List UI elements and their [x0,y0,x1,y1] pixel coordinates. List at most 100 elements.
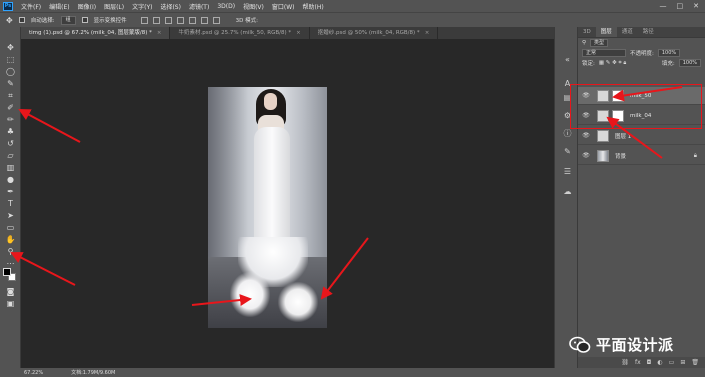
path-select-tool-icon[interactable]: ➤ [5,211,16,220]
hand-tool-icon[interactable]: ✋ [5,235,16,244]
layer-filter-row: ⚲ 类型 [578,38,705,48]
foreground-color-swatch[interactable] [3,268,11,276]
menu-select[interactable]: 选择(S) [156,2,185,11]
wechat-icon [569,336,591,353]
crop-tool-icon[interactable]: ⌗ [5,91,16,100]
brush-tool-icon[interactable]: ✏ [5,115,16,124]
menu-type[interactable]: 文字(Y) [128,2,156,11]
auto-select-dropdown[interactable]: 组 [60,15,76,25]
type-tool-icon[interactable]: T [5,199,16,208]
eye-icon[interactable]: 👁︎ [581,152,591,159]
close-tab-icon[interactable]: × [296,30,301,36]
tab-timg[interactable]: timg (1).psd @ 67.2% (milk_04, 图层蒙版/8) *… [21,27,171,39]
fill-input[interactable]: 100% [678,59,701,67]
annotation-highlight-box [570,84,702,129]
close-tab-icon[interactable]: × [425,30,430,36]
tab-milk-material[interactable]: 牛奶素材.psd @ 25.7% (milk_50, RGB/8) * × [170,27,310,39]
milk-splash-right [278,282,318,322]
panel-dock: « A ▤ ⚙ ⓘ ✎ ☰ ☁ [554,27,578,368]
photoshop-logo-icon: Ps [3,1,13,11]
stamp-tool-icon[interactable]: ♣ [5,127,16,136]
align-bottom-icon[interactable] [164,16,172,24]
status-bar: 67.22% 文档:1.79M/9.60M [0,368,705,377]
eyedropper-tool-icon[interactable]: ✐ [5,103,16,112]
maximize-icon[interactable]: □ [677,2,684,10]
eraser-tool-icon[interactable]: ▱ [5,151,16,160]
dodge-tool-icon[interactable]: ● [5,175,16,184]
tab-paths[interactable]: 路径 [638,27,659,37]
layer-name: 背景 [615,153,627,160]
quick-select-tool-icon[interactable]: ✎ [5,79,16,88]
zoom-tool-icon[interactable]: ⚲ [5,247,16,256]
menu-layer[interactable]: 图层(L) [100,2,128,11]
layer-row[interactable]: 👁︎ 图层 1 [578,127,705,145]
lock-icon: 🔒︎ [693,151,697,159]
lock-row: 锁定: ▦ ✎ ✥ ⌗ 🔒︎ 填充: 100% [578,58,705,68]
minimize-icon[interactable]: — [660,2,667,10]
menu-help[interactable]: 帮助(H) [299,2,328,11]
distribute-icon[interactable] [212,16,220,24]
show-transform-checkbox[interactable] [81,17,88,23]
shape-tool-icon[interactable]: ▭ [5,223,16,232]
panel-collapse-icon[interactable]: « [563,55,572,64]
quick-mask-icon[interactable]: ◙ [5,287,16,296]
brush-panel-icon[interactable]: ✎ [563,147,572,156]
move-tool-icon[interactable]: ✥ [6,16,13,25]
screen-mode-icon[interactable]: ▣ [5,299,16,308]
eye-icon[interactable]: 👁︎ [581,132,591,139]
align-right-icon[interactable] [200,16,208,24]
window-controls: — □ ✕ [660,2,705,10]
move-tool-icon[interactable]: ✥ [5,43,16,52]
menu-file[interactable]: 文件(F) [17,2,45,11]
menu-view[interactable]: 视图(V) [239,2,268,11]
add-mask-icon[interactable]: ◘ [647,359,652,366]
more-tools-icon[interactable]: ⋯ [5,259,16,268]
clone-source-icon[interactable]: ☰ [563,167,572,176]
layer-style-icon[interactable]: fx [635,359,641,366]
auto-select-checkbox[interactable] [18,17,25,23]
gradient-tool-icon[interactable]: ▥ [5,163,16,172]
menu-window[interactable]: 窗口(W) [268,2,299,11]
align-center-icon[interactable] [188,16,196,24]
layer-thumbnail [597,129,609,142]
close-tab-icon[interactable]: × [157,30,162,36]
lock-options-icon[interactable]: ▦ ✎ ✥ ⌗ 🔒︎ [599,60,626,67]
info-panel-icon[interactable]: ⓘ [563,129,572,138]
adjustment-layer-icon[interactable]: ◐ [657,359,662,366]
blend-row: 正常 不透明度: 100% [578,48,705,58]
opacity-input[interactable]: 100% [657,49,681,57]
new-layer-icon[interactable]: ⊞ [680,359,685,366]
align-middle-icon[interactable] [152,16,160,24]
document-canvas-image[interactable] [208,87,327,328]
layers-panel-footer: ⛓ fx ◘ ◐ ▭ ⊞ 🗑︎ [578,357,705,368]
align-top-icon[interactable] [140,16,148,24]
lasso-tool-icon[interactable]: ◯ [5,67,16,76]
watermark-text: 平面设计派 [596,336,674,354]
menu-filter[interactable]: 滤镜(T) [185,2,213,11]
pen-tool-icon[interactable]: ✒ [5,187,16,196]
delete-layer-icon[interactable]: 🗑︎ [691,359,699,366]
tab-channels[interactable]: 通道 [617,27,638,37]
menu-3d[interactable]: 3D(D) [213,3,239,10]
tab-3d[interactable]: 3D [578,27,596,37]
close-icon[interactable]: ✕ [693,2,699,10]
blend-mode-dropdown[interactable]: 正常 [582,49,626,57]
menu-edit[interactable]: 编辑(E) [45,2,73,11]
auto-select-label: 自动选择: [30,18,55,24]
new-group-icon[interactable]: ▭ [669,359,675,366]
link-layers-icon[interactable]: ⛓ [621,359,629,366]
zoom-level[interactable]: 67.22% [24,370,43,376]
marquee-tool-icon[interactable]: ⬚ [5,55,16,64]
tab-layers[interactable]: 图层 [595,27,617,37]
paths-panel-icon[interactable]: ☁ [563,187,572,196]
layer-filter-dropdown[interactable]: 类型 [590,39,609,47]
opacity-label: 不透明度: [630,51,654,57]
model-face [264,93,277,110]
align-left-icon[interactable] [176,16,184,24]
history-brush-tool-icon[interactable]: ↺ [5,139,16,148]
align-buttons [140,16,220,24]
3d-mode-label: 3D 模式: [235,18,258,24]
layer-row[interactable]: 👁︎ 背景 🔒︎ [578,147,705,165]
menu-image[interactable]: 图像(I) [74,2,100,11]
tab-cutout-dress[interactable]: 抠婚纱.psd @ 50% (milk_04, RGB/8) * × [309,27,439,39]
